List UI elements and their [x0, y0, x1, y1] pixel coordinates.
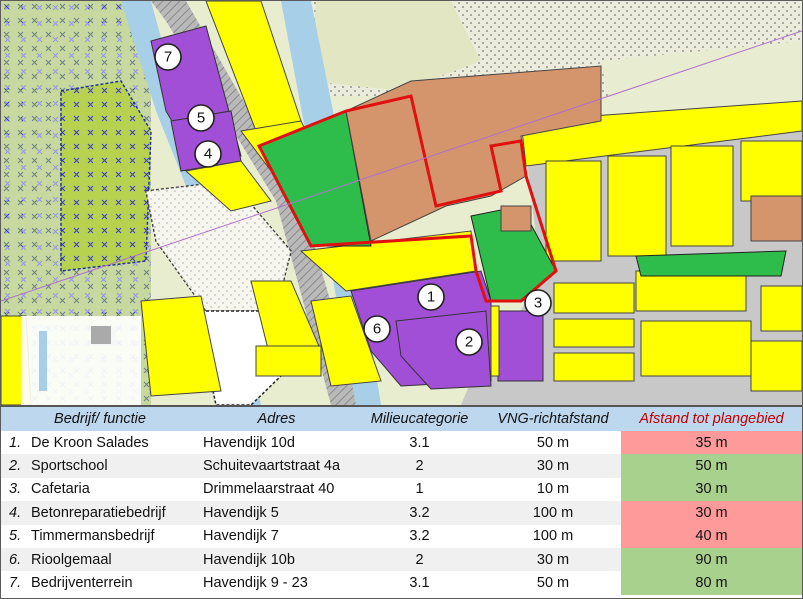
svg-text:6: 6 — [373, 321, 381, 338]
brown-lot-east — [750, 195, 802, 242]
legend-table-container: Bedrijf/ functie Adres Milieucategorie V… — [1, 405, 802, 598]
row-number: 7. — [9, 575, 22, 592]
zoning-map-svg: 7 5 4 1 3 6 2 — [1, 1, 802, 405]
cell-distance: 40 m — [621, 524, 802, 548]
cell-category: 3.1 — [354, 571, 485, 595]
svg-text:1: 1 — [427, 289, 435, 306]
svg-text:3: 3 — [534, 295, 542, 312]
green-field — [60, 80, 152, 272]
row-number: 1. — [9, 434, 22, 451]
header-category: Milieucategorie — [354, 407, 485, 431]
svg-text:7: 7 — [164, 49, 172, 66]
cell-address: Havendijk 7 — [199, 524, 354, 548]
cell-address: Havendijk 10d — [199, 431, 354, 455]
cell-category: 3.2 — [354, 524, 485, 548]
header-company: Bedrijf/ functie — [1, 407, 199, 431]
table-row: 1. De Kroon Salades Havendijk 10d 3.1 50 m 35… — [1, 431, 802, 455]
cell-category: 1 — [354, 477, 485, 502]
cell-distance: 30 m — [621, 501, 802, 525]
cell-distance: 35 m — [621, 431, 802, 455]
cell-vng: 50 m — [485, 431, 621, 455]
cell-company: 5. Timmermansbedrijf — [1, 524, 199, 548]
company-name: Bedrijventerrein — [31, 575, 133, 592]
table-row: 3. Cafetaria Drimmelaarstraat 40 1 10 m 30 m — [1, 477, 802, 502]
marker-3: 3 — [524, 289, 552, 317]
cell-vng: 30 m — [485, 454, 621, 478]
row-number: 2. — [9, 458, 22, 475]
marker-5: 5 — [187, 104, 215, 132]
company-name: Timmermansbedrijf — [31, 528, 155, 545]
cell-distance: 90 m — [621, 547, 802, 572]
cell-distance: 50 m — [621, 454, 802, 478]
cell-category: 2 — [354, 547, 485, 572]
cell-company: 6. Rioolgemaal — [1, 547, 199, 572]
table-row: 6. Rioolgemaal Havendijk 10b 2 30 m 90 m — [1, 547, 802, 572]
table-row: 2. Sportschool Schuitevaartstraat 4a 2 30 m5… — [1, 454, 802, 478]
row-number: 5. — [9, 528, 22, 545]
cell-vng: 30 m — [485, 547, 621, 572]
business-zone-3 — [497, 310, 544, 382]
company-name: Rioolgemaal — [31, 551, 112, 568]
header-distance: Afstand tot plangebied — [621, 407, 802, 431]
cell-category: 2 — [354, 454, 485, 478]
table-row: 4. Betonreparatiebedrijf Havendijk 5 3.2 100… — [1, 501, 802, 525]
table-row: 7. Bedrijventerrein Havendijk 9 - 23 3.1 50 … — [1, 571, 802, 595]
row-number: 3. — [9, 481, 22, 498]
header-vng: VNG-richtafstand — [485, 407, 621, 431]
cell-address: Havendijk 5 — [199, 501, 354, 525]
company-name: Cafetaria — [31, 481, 90, 498]
svg-text:5: 5 — [197, 110, 205, 127]
cell-company: 4. Betonreparatiebedrijf — [1, 501, 199, 525]
figure-frame: 7 5 4 1 3 6 2 Bedrijf/ functie Adres Mil… — [0, 0, 803, 599]
cell-address: Havendijk 9 - 23 — [199, 571, 354, 595]
zoning-map: 7 5 4 1 3 6 2 — [1, 1, 802, 405]
cell-vng: 50 m — [485, 571, 621, 595]
company-table: Bedrijf/ functie Adres Milieucategorie V… — [1, 407, 802, 595]
table-header-row: Bedrijf/ functie Adres Milieucategorie V… — [1, 407, 802, 431]
cell-vng: 10 m — [485, 477, 621, 502]
header-address: Adres — [199, 407, 354, 431]
svg-text:4: 4 — [204, 146, 212, 163]
cell-company: 2. Sportschool — [1, 454, 199, 478]
marker-2: 2 — [455, 328, 483, 356]
company-name: Sportschool — [31, 458, 108, 475]
cell-company: 3. Cafetaria — [1, 477, 199, 502]
cell-vng: 100 m — [485, 501, 621, 525]
small-brown-lot — [500, 205, 532, 232]
cell-address: Havendijk 10b — [199, 547, 354, 572]
company-name: De Kroon Salades — [31, 434, 149, 451]
table-row: 5. Timmermansbedrijf Havendijk 7 3.2 100 m 40… — [1, 524, 802, 548]
green-strip-east — [635, 250, 787, 277]
company-name: Betonreparatiebedrijf — [31, 504, 166, 521]
cell-address: Drimmelaarstraat 40 — [199, 477, 354, 502]
marker-7: 7 — [154, 43, 182, 71]
cell-company: 1. De Kroon Salades — [1, 431, 199, 455]
row-number: 4. — [9, 504, 22, 521]
marker-1: 1 — [417, 283, 445, 311]
svg-text:2: 2 — [465, 334, 473, 351]
cell-distance: 80 m — [621, 571, 802, 595]
marker-6: 6 — [363, 315, 391, 343]
cell-vng: 100 m — [485, 524, 621, 548]
cell-address: Schuitevaartstraat 4a — [199, 454, 354, 478]
marker-4: 4 — [194, 140, 222, 168]
cell-distance: 30 m — [621, 477, 802, 502]
cell-category: 3.1 — [354, 431, 485, 455]
row-number: 6. — [9, 551, 22, 568]
cell-company: 7. Bedrijventerrein — [1, 571, 199, 595]
cell-category: 3.2 — [354, 501, 485, 525]
